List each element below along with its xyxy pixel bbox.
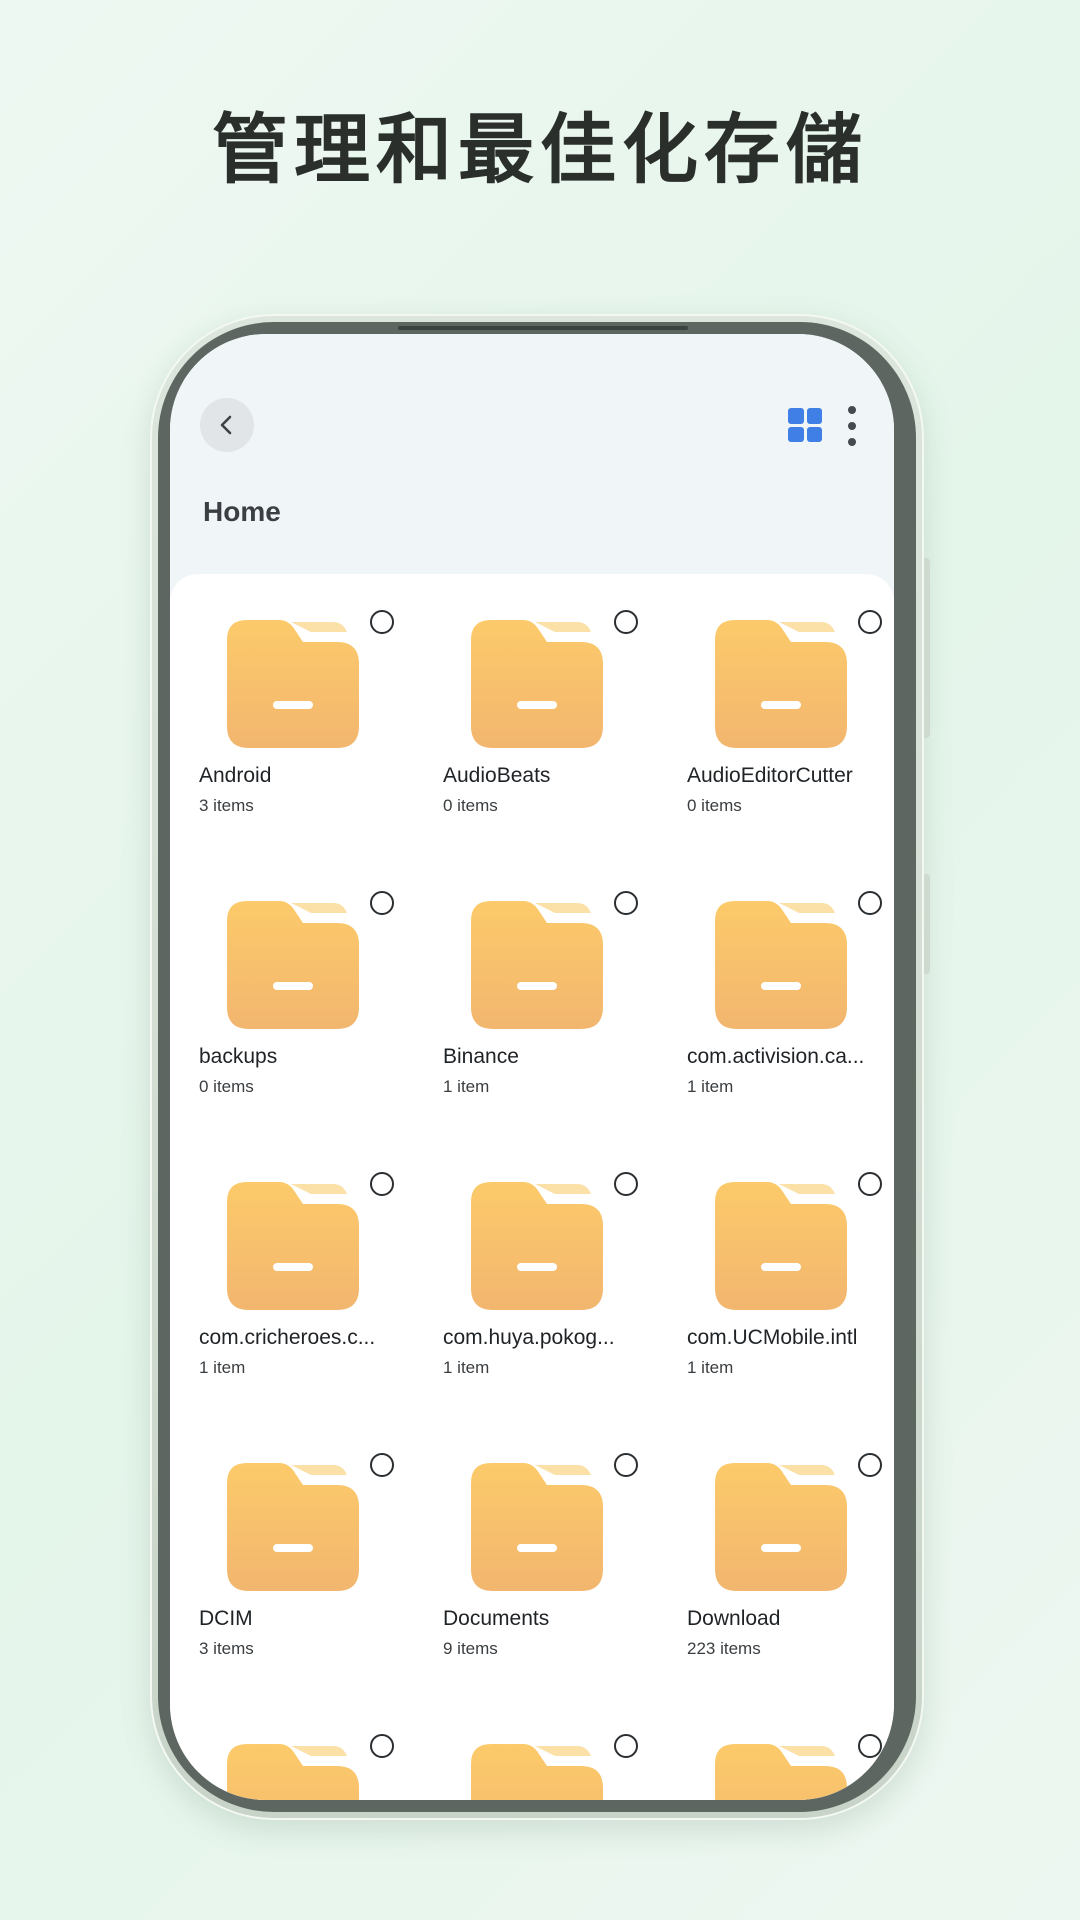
select-checkbox[interactable] — [614, 1453, 638, 1477]
folder-name: Binance — [443, 1045, 519, 1068]
select-checkbox[interactable] — [858, 1734, 882, 1758]
page-title: Home — [203, 496, 281, 527]
folder-item[interactable]: DCIM 3 items — [199, 1417, 443, 1698]
more-vertical-icon[interactable] — [842, 406, 862, 446]
folder-name: Download — [687, 1607, 781, 1630]
select-checkbox[interactable] — [614, 610, 638, 634]
volume-button — [924, 558, 930, 738]
select-checkbox[interactable] — [370, 1734, 394, 1758]
folder-icon — [715, 620, 847, 748]
select-checkbox[interactable] — [370, 1453, 394, 1477]
folder-item-count: 0 items — [687, 796, 742, 815]
folder-name: Documents — [443, 1607, 550, 1630]
select-checkbox[interactable] — [614, 1172, 638, 1196]
folder-icon — [471, 1463, 603, 1591]
folder-name: com.huya.pokog... — [443, 1326, 615, 1349]
folder-name: Android — [199, 764, 272, 787]
folder-item[interactable]: backups 0 items — [199, 855, 443, 1136]
folder-item-count: 0 items — [443, 796, 498, 815]
select-checkbox[interactable] — [858, 1453, 882, 1477]
select-checkbox[interactable] — [858, 891, 882, 915]
promo-headline: 管理和最佳化存儲 — [212, 105, 868, 194]
folder-item[interactable]: Android 3 items — [199, 574, 443, 855]
select-checkbox[interactable] — [614, 891, 638, 915]
folder-item-count: 0 items — [199, 1077, 254, 1096]
folder-item[interactable] — [687, 1698, 894, 1800]
folder-icon — [715, 901, 847, 1029]
folder-icon — [471, 1182, 603, 1310]
folder-item[interactable]: Download 223 items — [687, 1417, 894, 1698]
folder-item-count: 1 item — [687, 1358, 734, 1377]
select-checkbox[interactable] — [370, 610, 394, 634]
folder-name: AudioBeats — [443, 764, 551, 787]
folder-item-count: 1 item — [199, 1358, 246, 1377]
select-checkbox[interactable] — [370, 891, 394, 915]
app-bar: Home — [170, 334, 894, 574]
folder-icon — [227, 1463, 359, 1591]
folder-item-count: 1 item — [443, 1358, 490, 1377]
folder-item-count: 223 items — [687, 1639, 761, 1658]
folder-item[interactable]: Binance 1 item — [443, 855, 687, 1136]
folder-item[interactable]: com.activision.ca... 1 item — [687, 855, 894, 1136]
folder-name: backups — [199, 1045, 278, 1068]
folder-name: com.UCMobile.intl — [687, 1326, 858, 1349]
phone-earpiece — [398, 326, 688, 330]
folder-icon — [471, 901, 603, 1029]
folder-icon — [227, 1744, 359, 1800]
folder-icon — [471, 620, 603, 748]
chevron-left-icon — [220, 415, 232, 435]
folder-name: AudioEditorCutter — [687, 764, 853, 787]
folder-item[interactable] — [443, 1698, 687, 1800]
folder-item[interactable]: AudioBeats 0 items — [443, 574, 687, 855]
folder-item[interactable] — [199, 1698, 443, 1800]
folder-icon — [227, 620, 359, 748]
folder-icon — [715, 1182, 847, 1310]
grid-view-icon[interactable] — [788, 408, 822, 442]
folder-icon — [715, 1744, 847, 1800]
folder-icon — [227, 1182, 359, 1310]
select-checkbox[interactable] — [614, 1734, 638, 1758]
back-button[interactable] — [200, 398, 254, 452]
folder-item[interactable]: com.huya.pokog... 1 item — [443, 1136, 687, 1417]
folder-item-count: 1 item — [443, 1077, 490, 1096]
folder-item[interactable]: com.UCMobile.intl 1 item — [687, 1136, 894, 1417]
folder-item-count: 9 items — [443, 1639, 498, 1658]
phone-screen: Home Android 3 items AudioBeats 0 items Audi… — [170, 334, 894, 1800]
select-checkbox[interactable] — [858, 610, 882, 634]
folder-icon — [471, 1744, 603, 1800]
select-checkbox[interactable] — [370, 1172, 394, 1196]
folder-item-count: 1 item — [687, 1077, 734, 1096]
folder-item-count: 3 items — [199, 1639, 254, 1658]
folder-name: DCIM — [199, 1607, 253, 1630]
folder-icon — [715, 1463, 847, 1591]
folder-item[interactable]: Documents 9 items — [443, 1417, 687, 1698]
select-checkbox[interactable] — [858, 1172, 882, 1196]
folder-icon — [227, 901, 359, 1029]
folder-item[interactable]: com.cricheroes.c... 1 item — [199, 1136, 443, 1417]
folder-item[interactable]: AudioEditorCutter 0 items — [687, 574, 894, 855]
folder-name: com.cricheroes.c... — [199, 1326, 376, 1349]
folder-item-count: 3 items — [199, 796, 254, 815]
folder-name: com.activision.ca... — [687, 1045, 865, 1068]
power-button — [924, 874, 930, 974]
folder-grid: Android 3 items AudioBeats 0 items AudioEdit… — [170, 574, 894, 1800]
